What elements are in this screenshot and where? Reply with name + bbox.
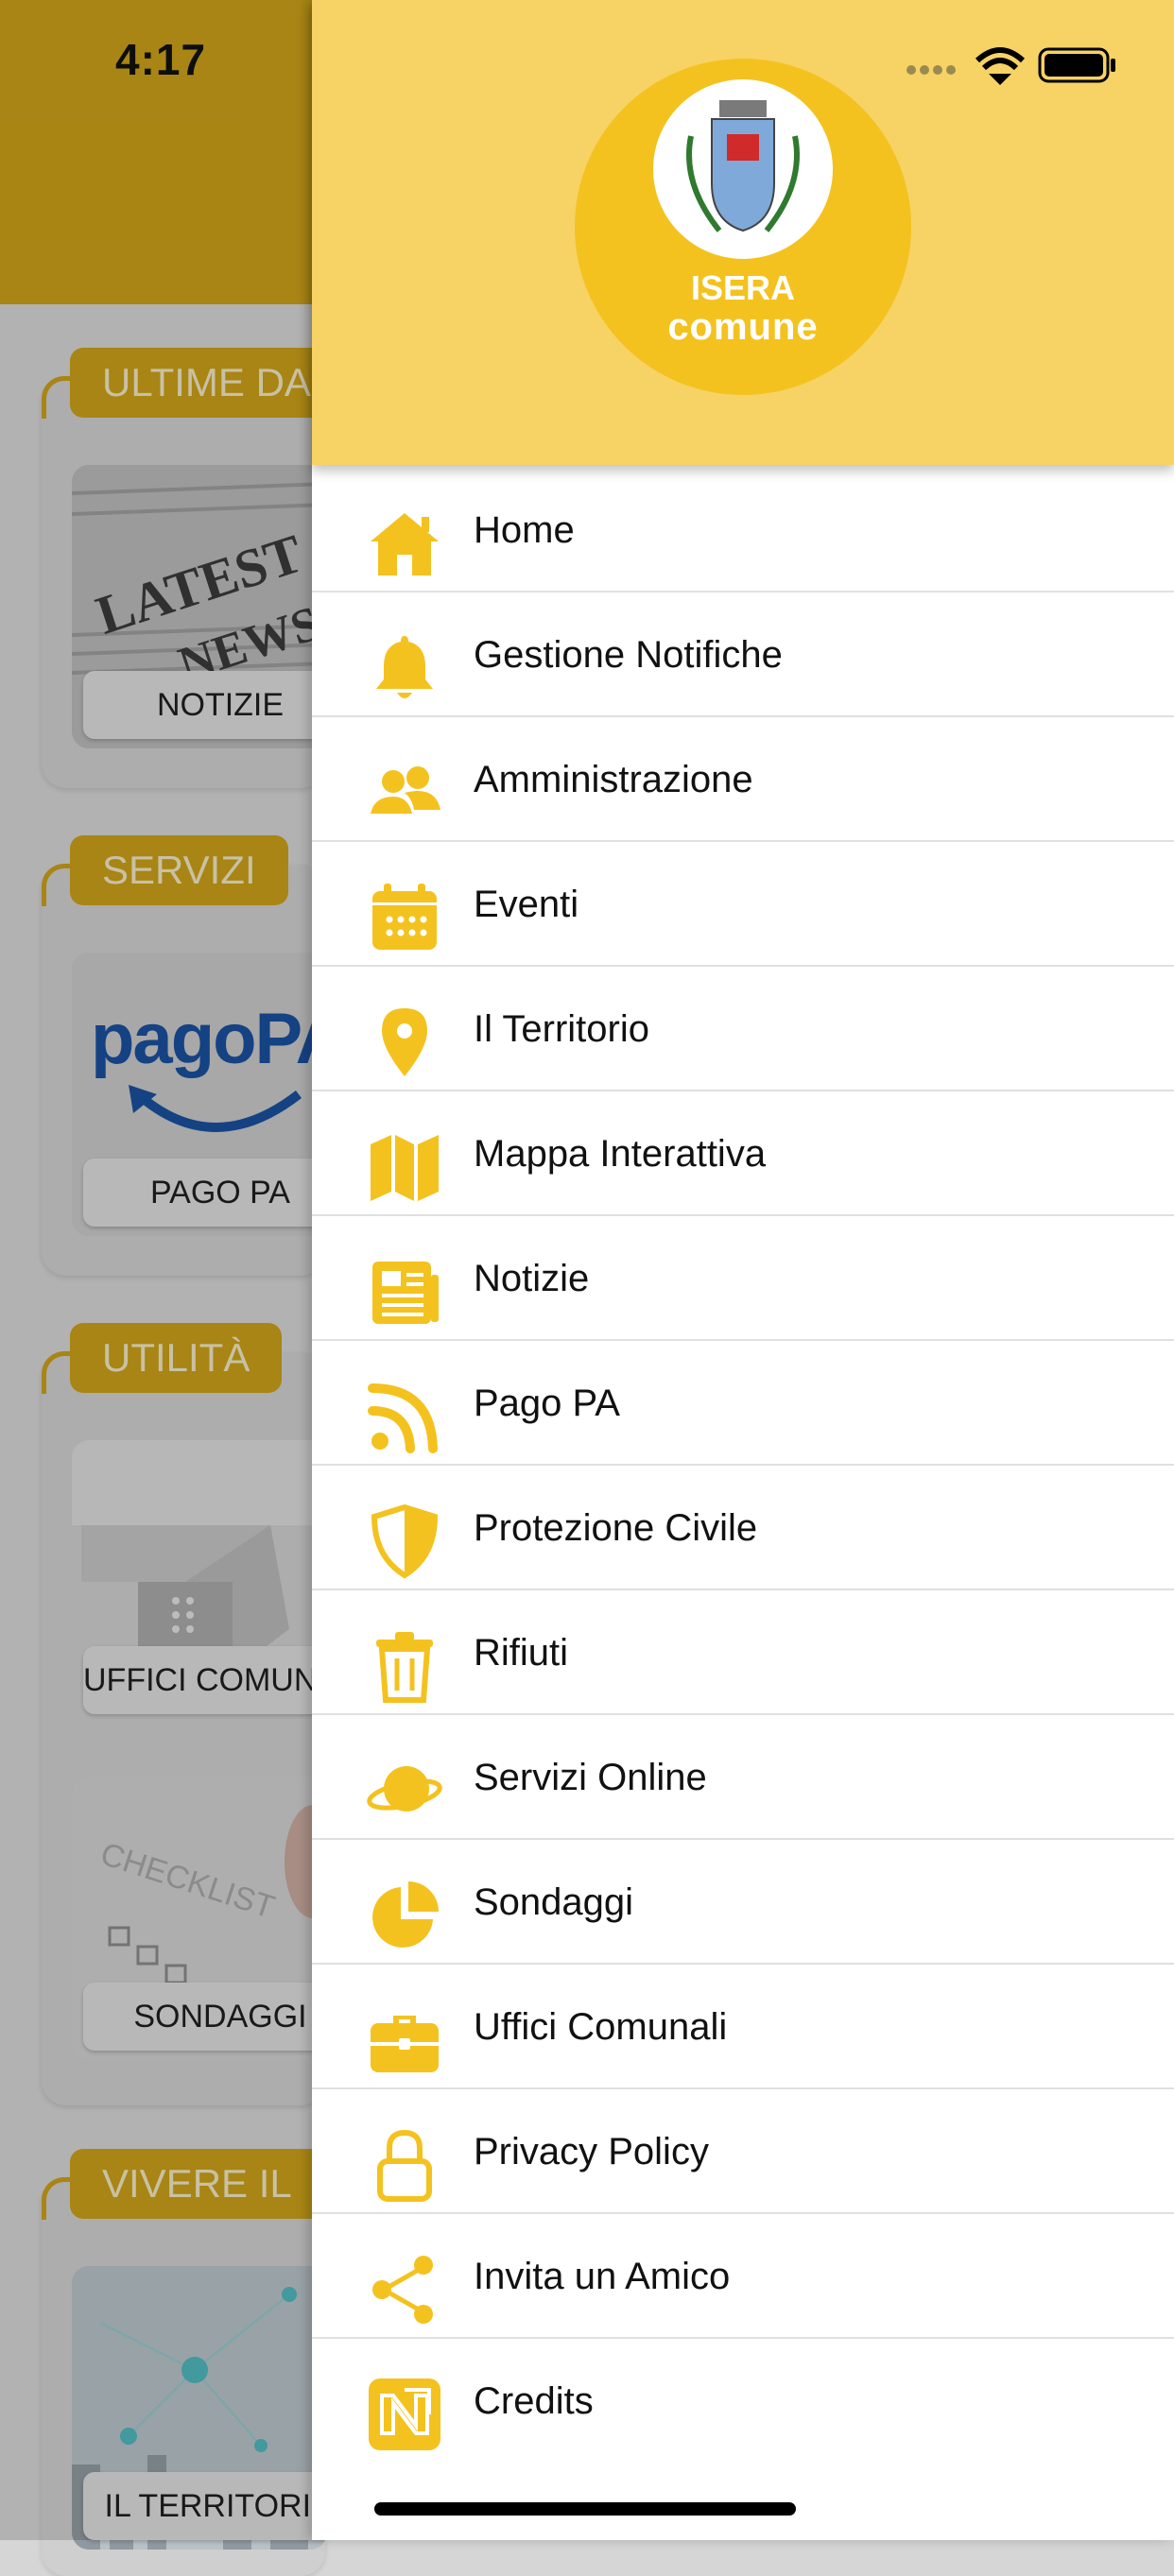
menu-item-pago-pa[interactable]: Pago PA (312, 1341, 1174, 1466)
menu-item-gestione-notifiche[interactable]: Gestione Notifiche (312, 592, 1174, 717)
menu-item-servizi-online[interactable]: Servizi Online (312, 1715, 1174, 1840)
menu-item-amministrazione[interactable]: Amministrazione (312, 717, 1174, 842)
crest-svg (686, 100, 800, 232)
menu-item-label: Sondaggi (474, 1881, 634, 1923)
menu-item-uffici-comunali[interactable]: Uffici Comunali (312, 1965, 1174, 2089)
pie-chart-icon (367, 1878, 442, 1953)
crest-icon (653, 79, 833, 259)
menu-item-label: Rifiuti (474, 1632, 569, 1674)
bell-icon (367, 630, 442, 706)
map-icon (367, 1129, 442, 1205)
share-icon (367, 2252, 442, 2327)
shield-icon (367, 1503, 442, 1579)
menu-item-eventi[interactable]: Eventi (312, 842, 1174, 967)
briefcase-icon (367, 2002, 442, 2078)
globe-ring-icon (367, 1753, 442, 1829)
trash-icon (367, 1628, 442, 1704)
menu-item-notizie[interactable]: Notizie (312, 1216, 1174, 1341)
menu-item-rifiuti[interactable]: Rifiuti (312, 1590, 1174, 1715)
menu-item-label: Home (474, 509, 575, 551)
calendar-icon (367, 880, 442, 955)
lock-icon (367, 2127, 442, 2203)
menu-item-label: Mappa Interattiva (474, 1133, 767, 1175)
credits-icon (367, 2377, 442, 2452)
menu-item-il-territorio[interactable]: Il Territorio (312, 967, 1174, 1091)
home-indicator[interactable] (374, 2502, 796, 2516)
map-pin-icon (367, 1005, 442, 1080)
menu-item-label: Gestione Notifiche (474, 634, 783, 676)
users-icon (367, 755, 442, 831)
menu-item-protezione-civile[interactable]: Protezione Civile (312, 1466, 1174, 1590)
rss-icon (367, 1379, 442, 1454)
menu-item-label: Pago PA (474, 1382, 620, 1424)
menu-item-invita-un-amico[interactable]: Invita un Amico (312, 2214, 1174, 2339)
menu-item-label: Eventi (474, 884, 579, 925)
menu-item-label: Amministrazione (474, 759, 753, 800)
status-icons-svg (906, 47, 1115, 85)
menu-item-label: Il Territorio (474, 1008, 649, 1050)
menu-item-privacy-policy[interactable]: Privacy Policy (312, 2089, 1174, 2214)
menu-item-label: Servizi Online (474, 1757, 707, 1798)
menu-item-label: Protezione Civile (474, 1507, 758, 1549)
menu-item-sondaggi[interactable]: Sondaggi (312, 1840, 1174, 1965)
logo-text-comune: comune (667, 306, 819, 348)
menu-item-label: Invita un Amico (474, 2256, 731, 2297)
menu-item-label: Credits (474, 2380, 594, 2422)
status-icons (900, 43, 1146, 85)
drawer-header: ISERA comune (312, 0, 1174, 465)
menu-item-label: Notizie (474, 1258, 590, 1299)
side-drawer: ISERA comune Home Gestione Notifiche Amm… (312, 0, 1174, 2540)
newspaper-icon (367, 1254, 442, 1330)
home-icon (367, 506, 442, 581)
menu-item-label: Privacy Policy (474, 2131, 709, 2172)
logo-text-isera: ISERA (690, 268, 796, 307)
menu-item-label: Uffici Comunali (474, 2006, 728, 2048)
menu-item-credits[interactable]: Credits (312, 2339, 1174, 2464)
drawer-menu: Home Gestione Notifiche Amministrazione … (312, 468, 1174, 2464)
menu-item-mappa-interattiva[interactable]: Mappa Interattiva (312, 1091, 1174, 1216)
comune-logo: ISERA comune (575, 59, 911, 395)
menu-item-home[interactable]: Home (312, 468, 1174, 592)
